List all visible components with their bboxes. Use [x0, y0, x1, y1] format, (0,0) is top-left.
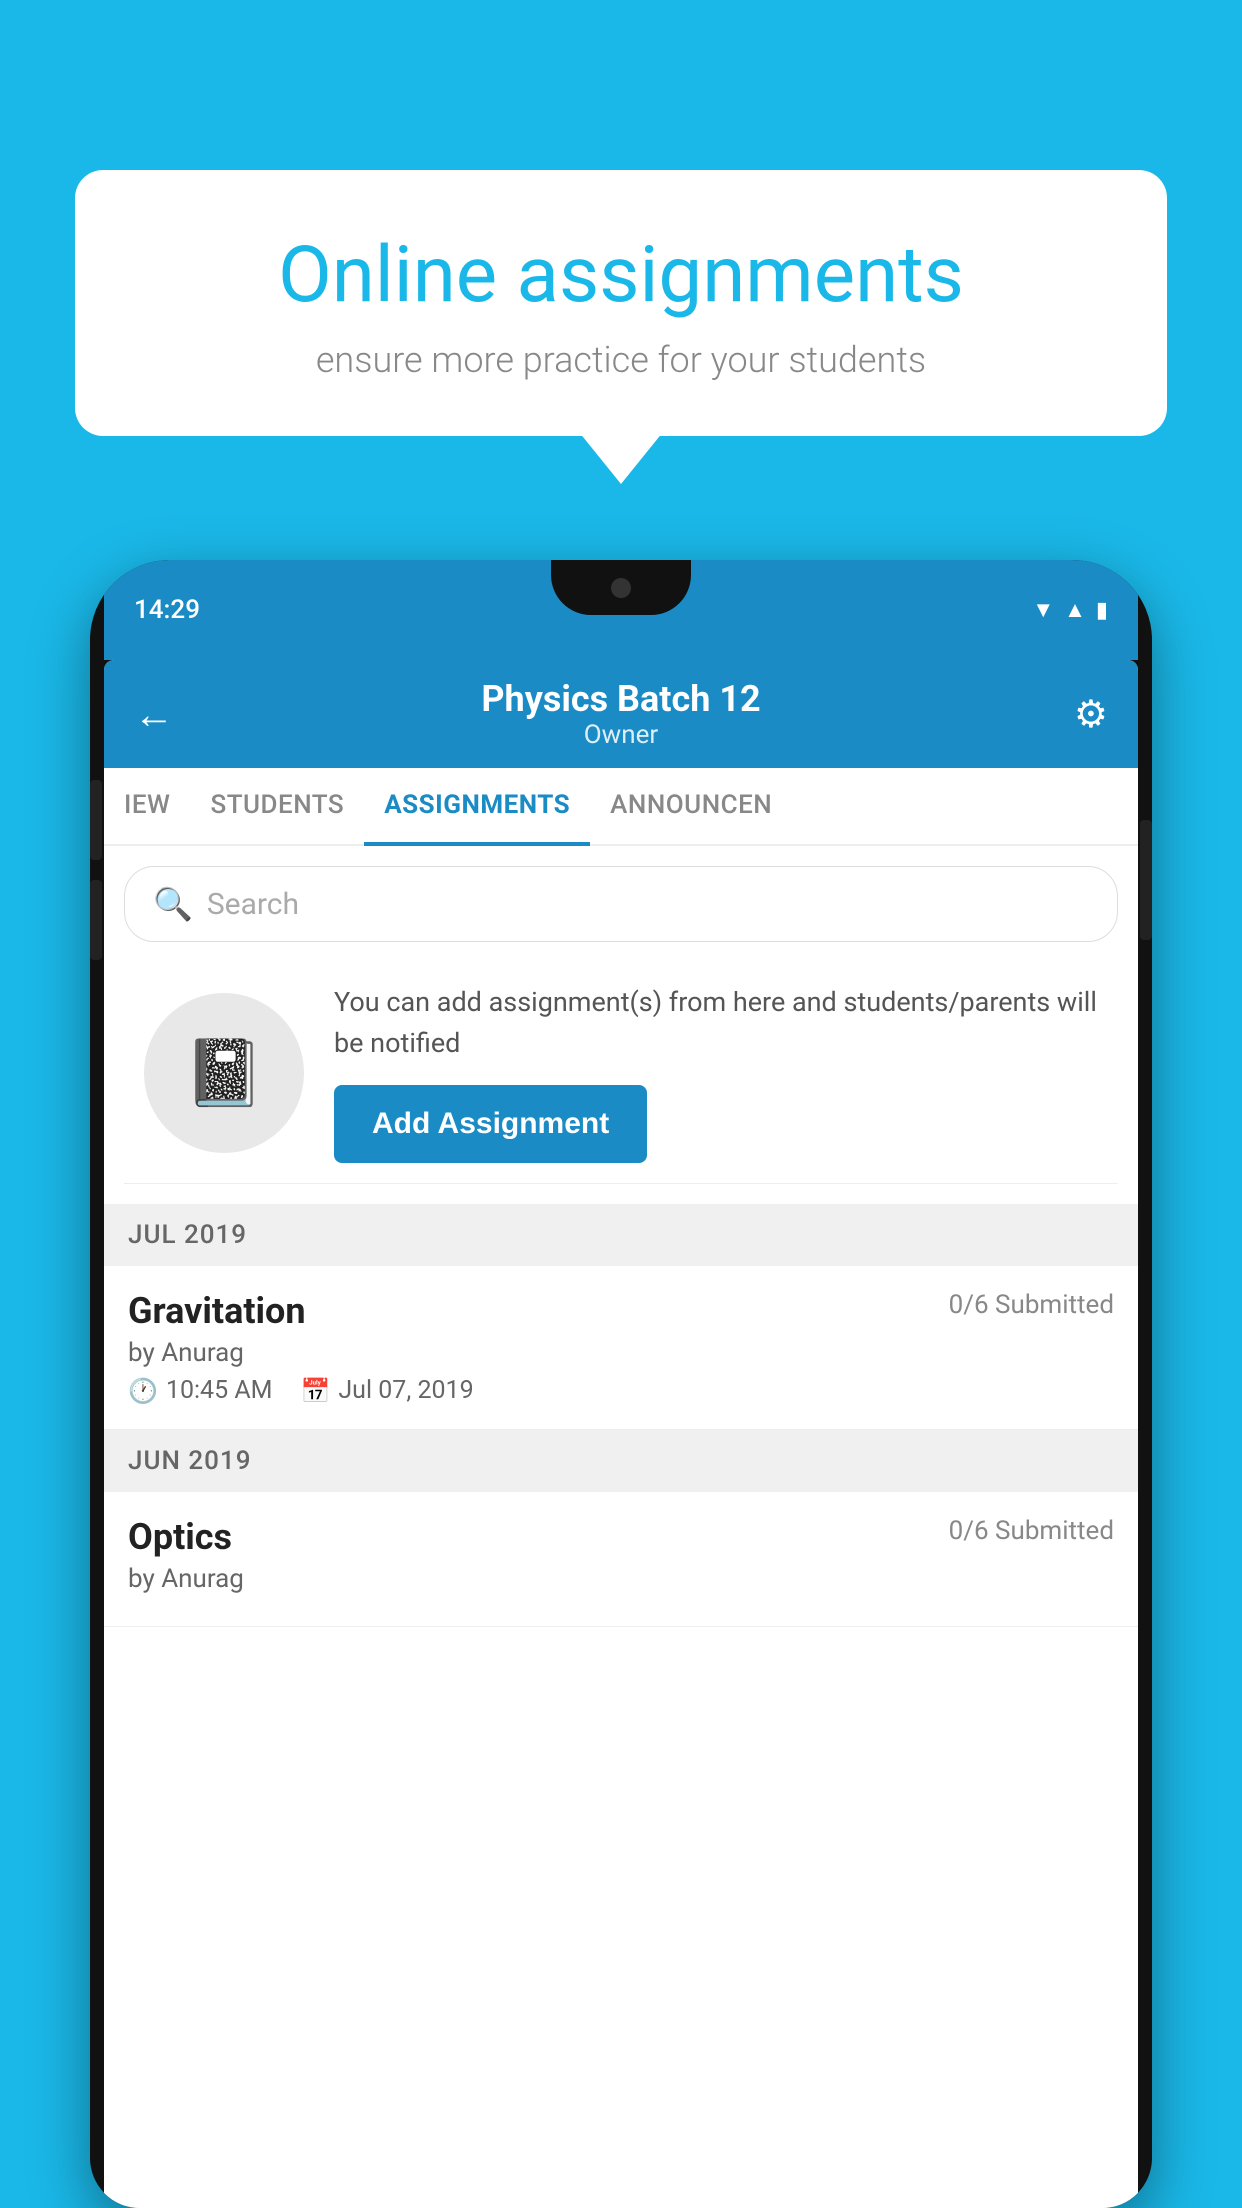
- battery-icon: ▮: [1096, 598, 1108, 623]
- volume-up-button: [90, 780, 102, 860]
- phone-screen: ← Physics Batch 12 Owner ⚙ IEW STUDENTS …: [104, 660, 1138, 2208]
- search-bar[interactable]: 🔍 Search: [124, 866, 1118, 942]
- assignment-submitted-optics: 0/6 Submitted: [949, 1516, 1114, 1546]
- header-subtitle: Owner: [184, 720, 1058, 750]
- screen-content[interactable]: 🔍 Search 📓 You can add assignment(s) fro…: [104, 846, 1138, 2208]
- speech-subtitle: ensure more practice for your students: [145, 339, 1097, 381]
- assignment-row1-optics: Optics 0/6 Submitted: [128, 1516, 1114, 1558]
- settings-icon[interactable]: ⚙: [1058, 692, 1108, 737]
- app-header: ← Physics Batch 12 Owner ⚙: [104, 660, 1138, 768]
- wifi-icon: ▼: [1032, 597, 1054, 623]
- assignment-by-optics: by Anurag: [128, 1564, 1114, 1594]
- clock-icon: 🕐: [128, 1377, 158, 1405]
- tab-students[interactable]: STUDENTS: [190, 768, 364, 844]
- tab-assignments[interactable]: ASSIGNMENTS: [364, 768, 590, 846]
- status-time: 14:29: [134, 595, 200, 625]
- speech-title: Online assignments: [145, 230, 1097, 321]
- assignment-item-gravitation[interactable]: Gravitation 0/6 Submitted by Anurag 🕐 10…: [104, 1266, 1138, 1430]
- status-icons: ▼ ▲ ▮: [1032, 597, 1108, 623]
- phone-frame: 14:29 ▼ ▲ ▮ ← Physics Batch 12 Owner ⚙ I…: [90, 560, 1152, 2208]
- section-header-jun: JUN 2019: [104, 1430, 1138, 1492]
- section-header-jul: JUL 2019: [104, 1204, 1138, 1266]
- volume-down-button: [90, 880, 102, 960]
- assignment-submitted-gravitation: 0/6 Submitted: [949, 1290, 1114, 1320]
- camera-notch: [611, 578, 631, 598]
- search-input[interactable]: Search: [207, 887, 299, 922]
- search-icon: 🔍: [153, 885, 193, 923]
- tab-iew[interactable]: IEW: [104, 768, 190, 844]
- add-assignment-button[interactable]: Add Assignment: [334, 1085, 647, 1163]
- signal-icon: ▲: [1064, 597, 1086, 623]
- tabs-bar: IEW STUDENTS ASSIGNMENTS ANNOUNCEN: [104, 768, 1138, 846]
- calendar-icon: 📅: [300, 1377, 330, 1405]
- tab-announcements[interactable]: ANNOUNCEN: [590, 768, 792, 844]
- empty-icon-circle: 📓: [144, 993, 304, 1153]
- header-title: Physics Batch 12: [184, 678, 1058, 720]
- notebook-icon: 📓: [184, 1035, 265, 1111]
- empty-description: You can add assignment(s) from here and …: [334, 982, 1098, 1063]
- assignment-date-gravitation: 📅 Jul 07, 2019: [300, 1376, 473, 1405]
- speech-bubble-container: Online assignments ensure more practice …: [75, 170, 1167, 436]
- phone-notch: [551, 560, 691, 615]
- assignment-time-gravitation: 🕐 10:45 AM: [128, 1376, 272, 1405]
- header-center: Physics Batch 12 Owner: [184, 678, 1058, 750]
- assignment-by-gravitation: by Anurag: [128, 1338, 1114, 1368]
- empty-text-area: You can add assignment(s) from here and …: [334, 982, 1098, 1163]
- back-button[interactable]: ←: [134, 691, 184, 738]
- assignment-name-optics: Optics: [128, 1516, 232, 1558]
- assignment-name-gravitation: Gravitation: [128, 1290, 306, 1332]
- assignment-meta-gravitation: 🕐 10:45 AM 📅 Jul 07, 2019: [128, 1376, 1114, 1405]
- speech-bubble: Online assignments ensure more practice …: [75, 170, 1167, 436]
- power-button: [1140, 820, 1152, 940]
- empty-state-card: 📓 You can add assignment(s) from here an…: [124, 962, 1118, 1184]
- assignment-row1: Gravitation 0/6 Submitted: [128, 1290, 1114, 1332]
- assignment-item-optics[interactable]: Optics 0/6 Submitted by Anurag: [104, 1492, 1138, 1627]
